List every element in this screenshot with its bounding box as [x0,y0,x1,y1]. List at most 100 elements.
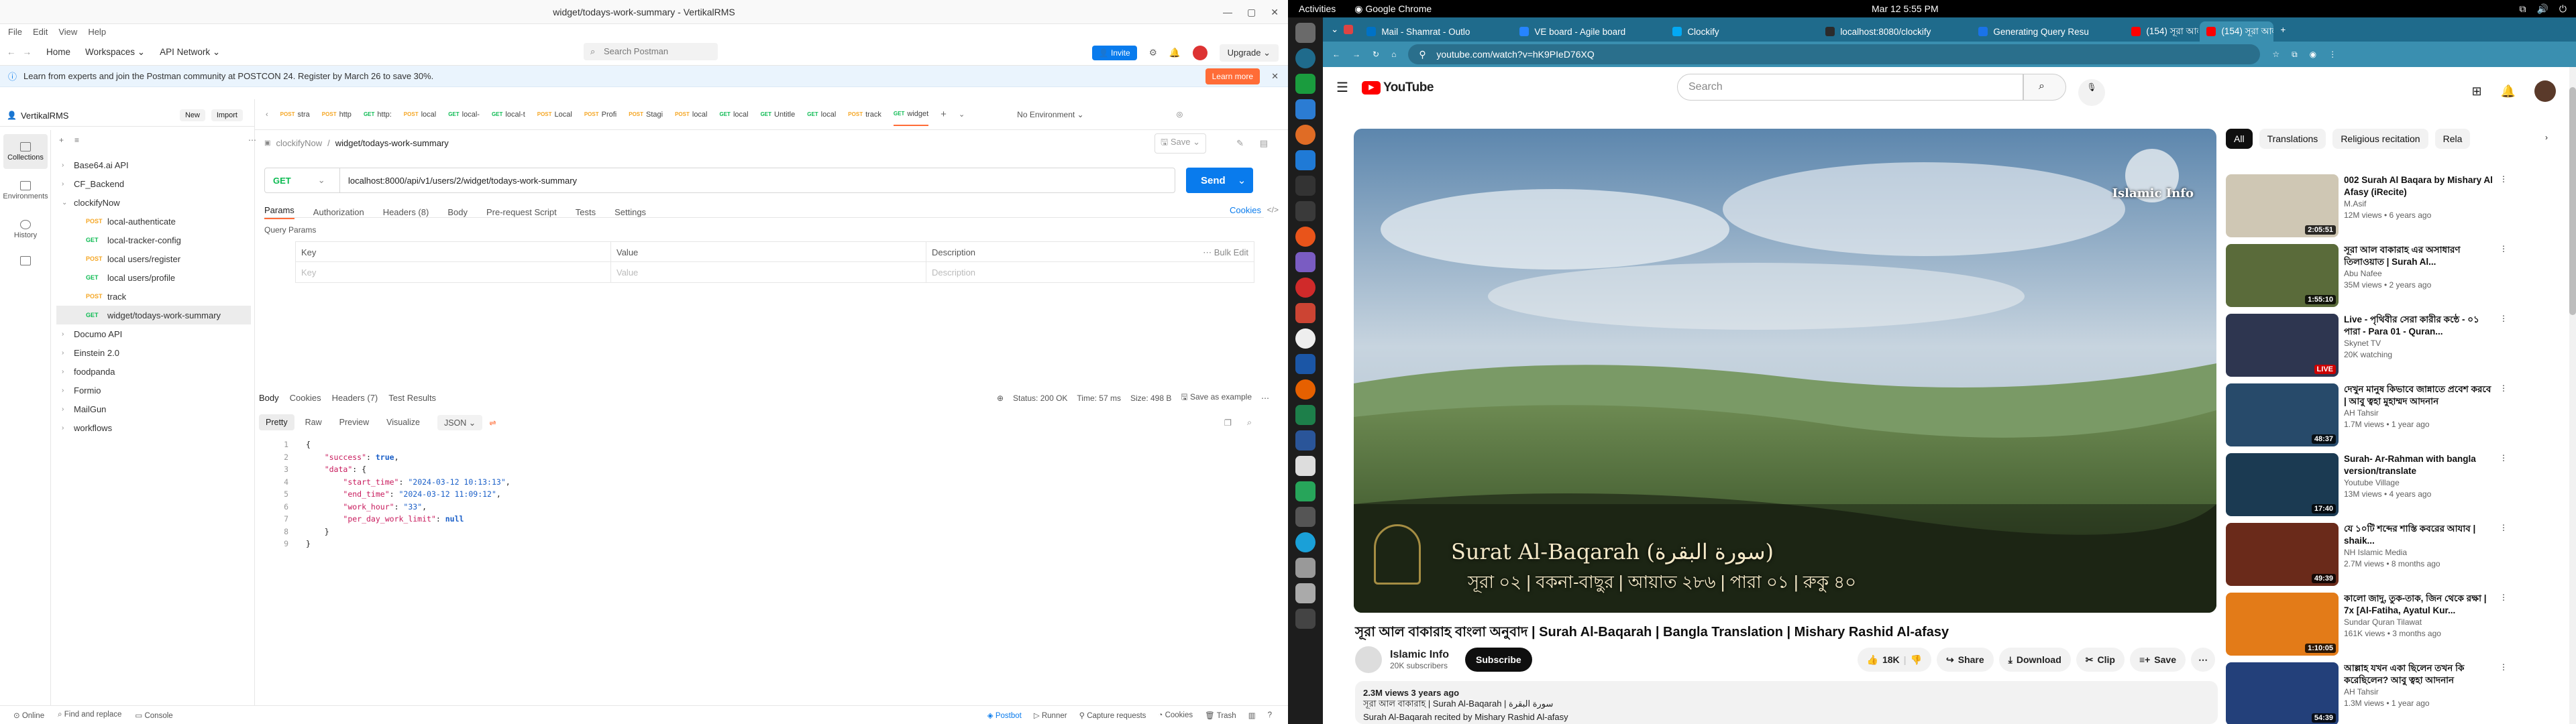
dock-files-icon[interactable] [1295,23,1316,43]
status-cookies[interactable]: ◔ Cookies [1158,711,1193,719]
menu-file[interactable]: File [8,27,22,37]
more-options-icon[interactable]: ⋮ [2500,314,2508,323]
dock-apps-icon[interactable] [1295,609,1316,629]
resp-tab-body[interactable]: Body [259,393,279,403]
request-tab[interactable]: POST Profi [584,111,616,119]
tree-item[interactable]: GET local-tracker-config [56,231,251,249]
minimize-icon[interactable]: — [1223,7,1232,18]
new-button[interactable]: New [179,109,205,121]
menu-view[interactable]: View [58,27,77,37]
browser-tab[interactable]: Clockify [1666,21,1817,42]
thumbs-down-icon[interactable]: 👎 [1911,654,1922,666]
chevron-right-icon[interactable]: › [62,368,70,375]
video-thumbnail[interactable]: 2:05:51 [2226,174,2339,237]
tree-item[interactable]: › foodpanda [56,362,251,381]
browser-tab[interactable]: (154) সূরা আল বাকারাহ [2200,21,2274,42]
dock-firefox-icon[interactable] [1295,379,1316,400]
suggested-video-title[interactable]: 002 Surah Al Baqara by Mishary Al Afasy … [2344,174,2496,198]
req-subtab[interactable]: Settings [614,207,646,217]
reload-icon[interactable]: ↻ [1373,50,1379,59]
video-thumbnail[interactable]: LIVE [2226,314,2339,377]
dock-text-editor-icon[interactable] [1295,201,1316,221]
video-thumbnail[interactable]: 48:37 [2226,383,2339,446]
status-runner[interactable]: ▷ Runner [1034,711,1067,720]
address-bar[interactable]: ⚲ youtube.com/watch?v=hK9PIeD76XQ [1408,44,2261,64]
share-button[interactable]: ↪ Share [1937,648,1994,672]
suggested-video[interactable]: 2:05:51 002 Surah Al Baqara by Mishary Al… [2226,174,2568,239]
activities-button[interactable]: Activities [1299,3,1336,14]
dock-writer-icon[interactable] [1295,430,1316,450]
chevron-right-icon[interactable]: › [62,162,70,169]
browser-tab[interactable]: Mail - Shamrat - Outlo [1360,21,1511,42]
url-input[interactable]: localhost:8000/api/v1/users/2/widget/tod… [340,176,577,186]
yt-avatar[interactable] [2534,80,2556,102]
search-response-icon[interactable]: ⌕ [1247,418,1252,428]
view-raw[interactable]: Raw [299,414,329,430]
suggested-video[interactable]: 1:10:05 কালো জাদু, তুক-তাক, জিন থেকে রক্ষ… [2226,593,2568,657]
dock-upwork-icon[interactable] [1295,74,1316,94]
tree-item[interactable]: › Base64.ai API [56,156,251,174]
browser-tab[interactable]: Generating Query Resu [1972,21,2123,42]
yt-search-input[interactable]: Search [1677,74,2023,101]
video-player[interactable]: Islamic Info Surat Al-Baqarah (سورة البق… [1354,129,2216,613]
gmail-pinned-icon[interactable] [1344,25,1354,34]
video-thumbnail[interactable]: 49:39 [2226,523,2339,586]
browser-tab[interactable]: (154) সূরা আল বাকারাহ [2125,21,2198,42]
api-network-menu[interactable]: API Network ⌄ [160,47,220,58]
home-link[interactable]: Home [46,47,70,57]
suggested-video-title[interactable]: Surah- Ar-Rahman with bangla version/tra… [2344,453,2496,477]
chevron-down-icon[interactable]: ⌄ [62,199,70,206]
tree-item[interactable]: ⌄ clockifyNow [56,193,251,212]
status-capture[interactable]: ⚲ Capture requests [1079,711,1146,720]
rail-collections[interactable]: Collections [3,134,48,169]
req-subtab[interactable]: Headers (8) [383,207,429,217]
video-thumbnail[interactable]: 1:55:10 [2226,244,2339,307]
dock-chromium-icon[interactable] [1295,532,1316,552]
chip-all[interactable]: All [2226,129,2253,149]
clock[interactable]: Mar 12 5:55 PM [1872,3,1939,14]
dock-sheets-icon[interactable] [1295,405,1316,425]
channel-name[interactable]: Islamic Info [1390,649,1449,661]
suggested-video-title[interactable]: যে ১০টি শব্দের শাস্তি কবরের আযাব | shaik… [2344,523,2496,547]
add-icon[interactable]: + [59,135,64,145]
description-box[interactable]: 2.3M views 3 years ago সূরা আল বাকারাহ |… [1355,681,2218,724]
dock-teams2-icon[interactable] [1295,252,1316,272]
browser-tab[interactable]: localhost:8080/clockify [1819,21,1970,42]
rail-history[interactable]: History [3,212,48,247]
save-button[interactable]: 🖫 Save ⌄ [1155,133,1206,154]
tree-item[interactable]: POST local users/register [56,249,251,268]
tree-item[interactable]: POST local-authenticate [56,212,251,231]
app-menu[interactable]: ◉ Google Chrome [1354,3,1432,15]
chip-religious[interactable]: Religious recitation [2332,129,2428,149]
request-tab[interactable]: POST track [848,111,881,119]
view-preview[interactable]: Preview [333,414,376,430]
more-icon[interactable]: ⋯ [248,135,256,145]
page-scrollbar[interactable] [2569,67,2576,724]
filter-icon[interactable]: ≡ [74,135,79,145]
network-icon[interactable]: ⧉ [2519,3,2526,15]
chevron-right-icon[interactable]: › [62,330,70,338]
tab-list-icon[interactable]: ⌄ [959,110,965,119]
dock-editor-icon[interactable] [1295,354,1316,374]
copy-icon[interactable]: ❐ [1224,418,1232,428]
video-thumbnail[interactable]: 54:39 [2226,662,2339,724]
dock-screenshot-icon[interactable] [1295,456,1316,476]
dock-trash-icon[interactable] [1295,583,1316,603]
power-icon[interactable]: ⏻ [2559,3,2567,15]
suggested-video[interactable]: 17:40 Surah- Ar-Rahman with bangla versio… [2226,453,2568,518]
request-tab[interactable]: GET Untitle [761,111,796,119]
view-visualize[interactable]: Visualize [380,414,427,430]
browser-tab[interactable]: VE board - Agile board [1513,21,1664,42]
key-input[interactable]: Key [296,262,611,282]
tab-search-icon[interactable]: ⌄ [1331,24,1338,35]
tree-item[interactable]: POST track [56,287,251,306]
tree-item[interactable]: › CF_Backend [56,174,251,193]
youtube-logo[interactable]: ▶ YouTube [1361,80,1434,95]
suggested-video-channel[interactable]: Abu Nafee [2344,268,2496,280]
edit-icon[interactable]: ✎ [1236,138,1244,149]
dock-app-icon[interactable] [1295,303,1316,323]
tree-item[interactable]: GET widget/todays-work-summary [56,306,251,324]
request-tab[interactable]: GET local-t [492,111,525,119]
forward-icon[interactable]: → [23,47,32,57]
suggested-video-channel[interactable]: Skynet TV [2344,338,2496,349]
